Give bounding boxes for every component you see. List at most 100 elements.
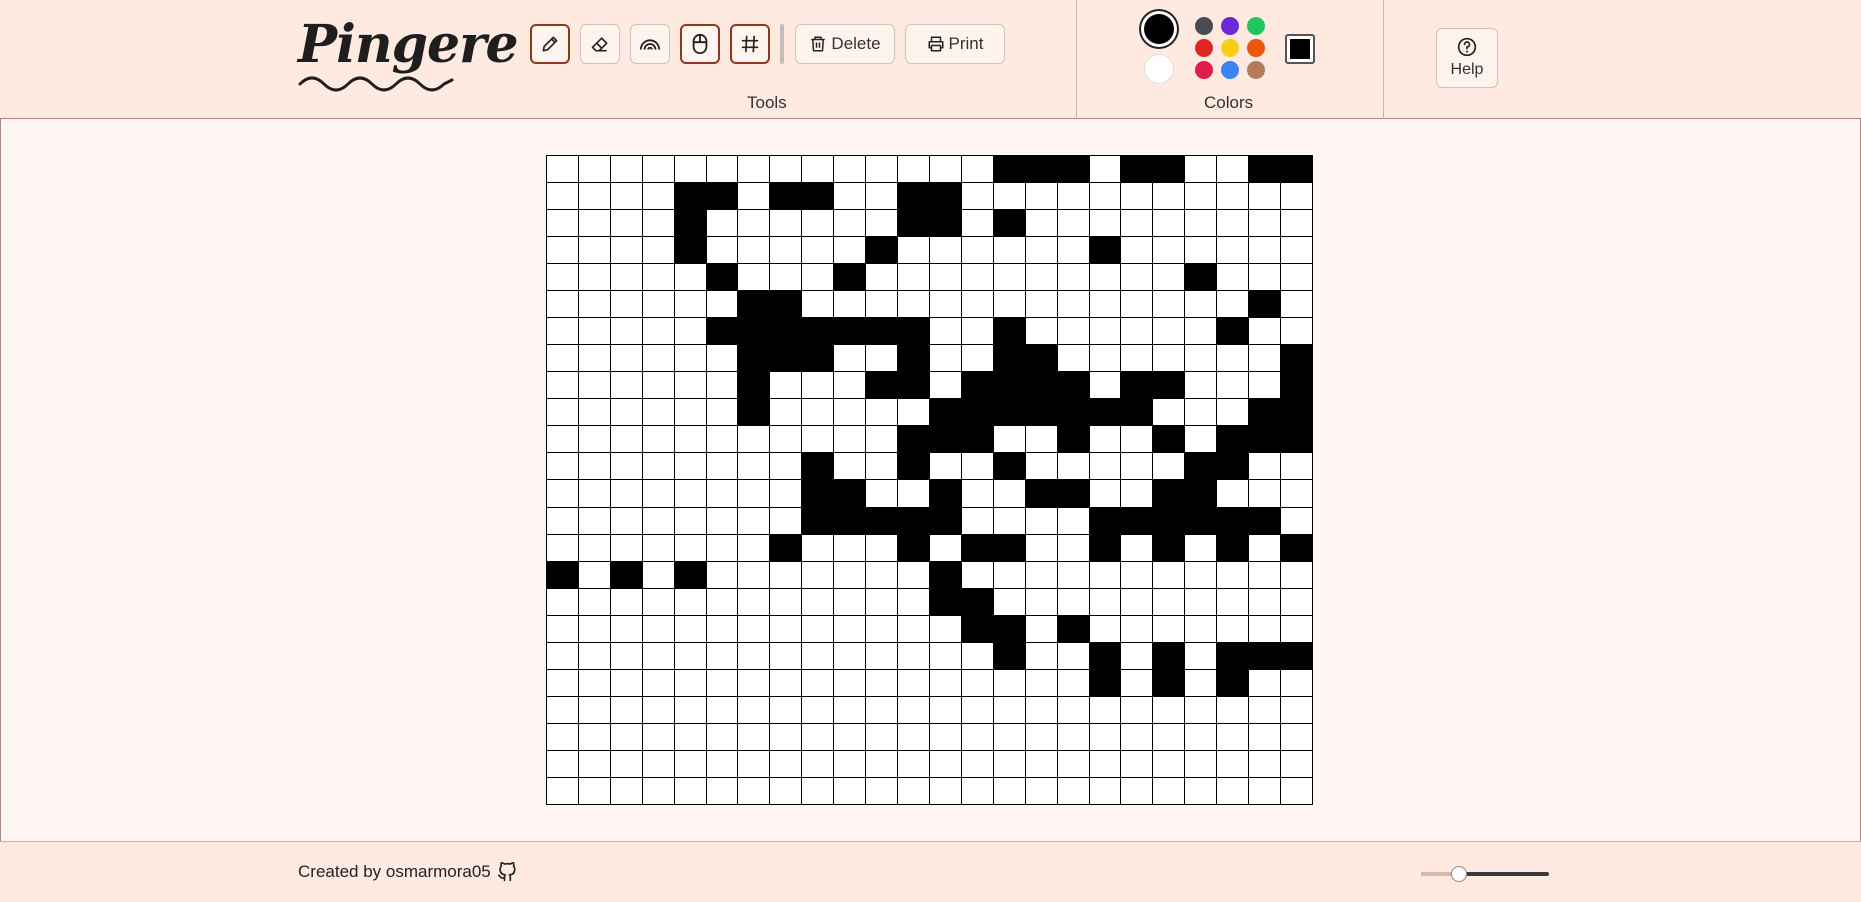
grid-cell[interactable] — [1185, 750, 1217, 777]
grid-cell[interactable] — [706, 264, 738, 291]
grid-cell[interactable] — [1121, 264, 1153, 291]
grid-cell[interactable] — [802, 264, 834, 291]
grid-cell[interactable] — [578, 723, 610, 750]
grid-cell[interactable] — [1121, 183, 1153, 210]
grid-cell[interactable] — [578, 210, 610, 237]
grid-cell[interactable] — [1121, 345, 1153, 372]
grid-cell[interactable] — [1281, 210, 1312, 237]
grid-cell[interactable] — [738, 534, 770, 561]
grid-cell[interactable] — [610, 723, 642, 750]
grid-cell[interactable] — [610, 615, 642, 642]
grid-cell[interactable] — [1281, 642, 1312, 669]
grid-cell[interactable] — [1281, 399, 1312, 426]
color-swatch[interactable] — [1247, 17, 1265, 35]
grid-cell[interactable] — [834, 210, 866, 237]
grid-cell[interactable] — [1217, 318, 1249, 345]
color-swatch-primary[interactable] — [1144, 14, 1174, 44]
grid-cell[interactable] — [738, 615, 770, 642]
grid-cell[interactable] — [1281, 345, 1312, 372]
grid-cell[interactable] — [674, 156, 706, 183]
grid-cell[interactable] — [802, 750, 834, 777]
grid-cell[interactable] — [547, 507, 578, 534]
grid-cell[interactable] — [929, 291, 961, 318]
grid-cell[interactable] — [674, 561, 706, 588]
grid-cell[interactable] — [961, 669, 993, 696]
grid-cell[interactable] — [1185, 210, 1217, 237]
grid-cell[interactable] — [770, 264, 802, 291]
grid-cell[interactable] — [578, 615, 610, 642]
grid-cell[interactable] — [1153, 318, 1185, 345]
grid-cell[interactable] — [898, 399, 929, 426]
grid-cell[interactable] — [834, 723, 866, 750]
grid-cell[interactable] — [929, 264, 961, 291]
grid-cell[interactable] — [547, 264, 578, 291]
grid-cell[interactable] — [961, 210, 993, 237]
grid-cell[interactable] — [1025, 507, 1057, 534]
grid-cell[interactable] — [993, 561, 1025, 588]
grid-cell[interactable] — [610, 453, 642, 480]
grid-cell[interactable] — [993, 156, 1025, 183]
grid-cell[interactable] — [1121, 669, 1153, 696]
grid-cell[interactable] — [1185, 561, 1217, 588]
grid-cell[interactable] — [1121, 399, 1153, 426]
grid-cell[interactable] — [929, 345, 961, 372]
grid-cell[interactable] — [1121, 318, 1153, 345]
grid-cell[interactable] — [866, 696, 898, 723]
grid-cell[interactable] — [993, 318, 1025, 345]
grid-cell[interactable] — [929, 750, 961, 777]
grid-cell[interactable] — [1153, 426, 1185, 453]
grid-cell[interactable] — [1025, 642, 1057, 669]
grid-cell[interactable] — [1025, 318, 1057, 345]
grid-cell[interactable] — [1057, 237, 1089, 264]
grid-cell[interactable] — [674, 723, 706, 750]
grid-cell[interactable] — [898, 750, 929, 777]
grid-cell[interactable] — [1281, 426, 1312, 453]
grid-cell[interactable] — [738, 345, 770, 372]
grid-cell[interactable] — [866, 480, 898, 507]
grid-cell[interactable] — [898, 723, 929, 750]
grid-cell[interactable] — [1249, 507, 1281, 534]
grid-cell[interactable] — [610, 507, 642, 534]
grid-cell[interactable] — [993, 426, 1025, 453]
grid-cell[interactable] — [866, 453, 898, 480]
grid-cell[interactable] — [706, 183, 738, 210]
grid-cell[interactable] — [770, 453, 802, 480]
grid-cell[interactable] — [898, 264, 929, 291]
delete-button[interactable]: Delete — [795, 24, 895, 64]
grid-cell[interactable] — [961, 777, 993, 804]
grid-cell[interactable] — [674, 534, 706, 561]
grid-cell[interactable] — [993, 534, 1025, 561]
grid-cell[interactable] — [738, 183, 770, 210]
grid-cell[interactable] — [802, 210, 834, 237]
grid-cell[interactable] — [1249, 399, 1281, 426]
grid-cell[interactable] — [642, 696, 674, 723]
grid-cell[interactable] — [642, 534, 674, 561]
grid-cell[interactable] — [770, 642, 802, 669]
grid-cell[interactable] — [1217, 399, 1249, 426]
grid-cell[interactable] — [961, 642, 993, 669]
grid-cell[interactable] — [1057, 534, 1089, 561]
grid-cell[interactable] — [1217, 264, 1249, 291]
grid-cell[interactable] — [706, 750, 738, 777]
grid-cell[interactable] — [834, 642, 866, 669]
grid-cell[interactable] — [834, 534, 866, 561]
grid-cell[interactable] — [547, 426, 578, 453]
grid-cell[interactable] — [961, 534, 993, 561]
grid-cell[interactable] — [1217, 615, 1249, 642]
grid-cell[interactable] — [834, 345, 866, 372]
grid-cell[interactable] — [866, 291, 898, 318]
grid-cell[interactable] — [578, 777, 610, 804]
grid-cell[interactable] — [1121, 210, 1153, 237]
grid-cell[interactable] — [961, 345, 993, 372]
grid-cell[interactable] — [770, 777, 802, 804]
grid-cell[interactable] — [706, 723, 738, 750]
grid-cell[interactable] — [578, 750, 610, 777]
grid-cell[interactable] — [1089, 399, 1121, 426]
grid-cell[interactable] — [834, 615, 866, 642]
grid-cell[interactable] — [738, 426, 770, 453]
grid-cell[interactable] — [1217, 534, 1249, 561]
color-swatch[interactable] — [1221, 39, 1239, 57]
grid-cell[interactable] — [834, 507, 866, 534]
grid-cell[interactable] — [1153, 372, 1185, 399]
grid-cell[interactable] — [674, 507, 706, 534]
